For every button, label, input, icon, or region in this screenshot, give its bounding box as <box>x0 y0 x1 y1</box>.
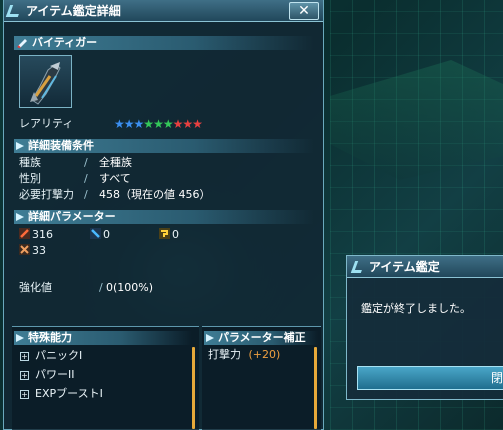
separator: / <box>84 188 88 201</box>
enhance-label: 強化値 <box>19 281 52 294</box>
item-image <box>19 55 72 108</box>
equip-row-gender: 性別 / すべて <box>19 171 319 187</box>
race-value: 全種族 <box>99 156 132 169</box>
rarity-star-icon: ★ <box>172 117 184 131</box>
param-bonus-title: パラメーター補正 <box>218 331 306 344</box>
required-melee-label: 必要打撃力 <box>19 188 74 201</box>
rarity-star-icon: ★ <box>153 117 164 131</box>
param-bonus-header: パラメーター補正 <box>204 331 318 345</box>
equip-row-race: 種族 / 全種族 <box>19 155 319 171</box>
expand-plus-icon[interactable]: + <box>20 371 29 380</box>
rarity-star-icon: ★ <box>114 117 125 131</box>
item-name: バイティガー <box>32 36 98 49</box>
separator: / <box>99 281 103 294</box>
dialog-title: アイテム鑑定 <box>369 260 440 274</box>
rarity-star-icon: ★ <box>182 117 193 131</box>
ranged-power-value: 0 <box>103 228 110 241</box>
ability-name: EXPブーストI <box>35 387 103 400</box>
rarity-label: レアリティ <box>19 117 74 130</box>
required-melee-value: 458（現在の値 456） <box>99 188 211 201</box>
bonus-row: 打撃力 (+20) <box>208 347 280 363</box>
enhance-value: 0(100%) <box>106 281 154 294</box>
tech-power-stat: 0 <box>159 228 179 242</box>
appraisal-complete-dialog: アイテム鑑定 鑑定が終了しました。 閉 <box>346 255 503 400</box>
enhance-row: 強化値 / 0(100%) <box>19 280 319 296</box>
equip-conditions-title: 詳細装備条件 <box>28 139 94 152</box>
window-title-bar[interactable]: アイテム鑑定詳細 ✕ <box>4 0 323 22</box>
header-tick-icon <box>206 334 214 342</box>
race-label: 種族 <box>19 156 41 169</box>
ranged-power-stat: 0 <box>90 228 110 242</box>
melee-power-icon <box>19 228 30 239</box>
detail-params-header: 詳細パラメーター <box>14 210 314 224</box>
dexterity-value: 33 <box>32 244 46 257</box>
tech-power-value: 0 <box>172 228 179 241</box>
ability-name: パニックI <box>35 349 83 362</box>
rarity-star-icon: ★ <box>133 117 145 131</box>
bonus-value: (+20) <box>248 348 281 361</box>
abilities-scrollbar[interactable] <box>192 347 195 429</box>
tech-power-icon <box>159 228 170 239</box>
ability-item[interactable]: + パニックI <box>20 348 82 364</box>
header-tick-icon <box>16 213 24 221</box>
ability-name: パワーII <box>35 368 75 381</box>
weapon-type-icon <box>17 39 27 48</box>
special-abilities-title: 特殊能力 <box>28 331 72 344</box>
dialog-message: 鑑定が終了しました。 <box>361 302 471 315</box>
dexterity-icon <box>19 244 30 255</box>
separator: / <box>84 172 88 185</box>
item-appraisal-detail-window: アイテム鑑定詳細 ✕ バイティガー レアリティ ★★★★★★★★★ 詳細装備条件… <box>3 0 324 430</box>
bonus-label: 打撃力 <box>208 348 241 361</box>
rarity-star-icon: ★ <box>123 117 135 131</box>
special-abilities-header: 特殊能力 <box>14 331 192 345</box>
close-button[interactable]: ✕ <box>289 2 319 20</box>
dialog-close-button[interactable]: 閉 <box>357 366 503 390</box>
rarity-star-icon: ★ <box>192 117 203 131</box>
expand-plus-icon[interactable]: + <box>20 352 29 361</box>
special-abilities-panel: 特殊能力 + パニックI + パワーII + EXPブーストI <box>12 326 199 430</box>
title-tick-icon <box>5 5 23 17</box>
title-tick-icon <box>350 261 366 273</box>
melee-power-stat: 316 <box>19 228 53 242</box>
gender-value: すべて <box>99 172 131 185</box>
detail-params-title: 詳細パラメーター <box>28 210 116 223</box>
equip-conditions-header: 詳細装備条件 <box>14 139 314 153</box>
item-name-header: バイティガー <box>14 36 314 50</box>
rarity-star-icon: ★ <box>143 117 154 131</box>
melee-power-value: 316 <box>32 228 53 241</box>
equip-row-required-melee: 必要打撃力 / 458（現在の値 456） <box>19 187 319 203</box>
dialog-title-bar[interactable]: アイテム鑑定 <box>347 256 503 278</box>
param-bonus-panel: パラメーター補正 打撃力 (+20) <box>202 326 321 430</box>
bonus-scrollbar[interactable] <box>314 347 317 429</box>
ability-item[interactable]: + EXPブーストI <box>20 386 103 402</box>
window-title: アイテム鑑定詳細 <box>26 4 121 18</box>
ability-item[interactable]: + パワーII <box>20 367 75 383</box>
dexterity-stat: 33 <box>19 244 46 258</box>
gender-label: 性別 <box>19 172 41 185</box>
rarity-row: レアリティ ★★★★★★★★★ <box>19 116 309 132</box>
expand-plus-icon[interactable]: + <box>20 390 29 399</box>
rarity-star-icon: ★ <box>162 117 174 131</box>
knuckle-weapon-icon <box>30 62 61 105</box>
header-tick-icon <box>16 142 24 150</box>
rarity-stars: ★★★★★★★★★ <box>114 116 203 132</box>
header-tick-icon <box>16 334 24 342</box>
ranged-power-icon <box>90 228 101 239</box>
separator: / <box>84 156 88 169</box>
